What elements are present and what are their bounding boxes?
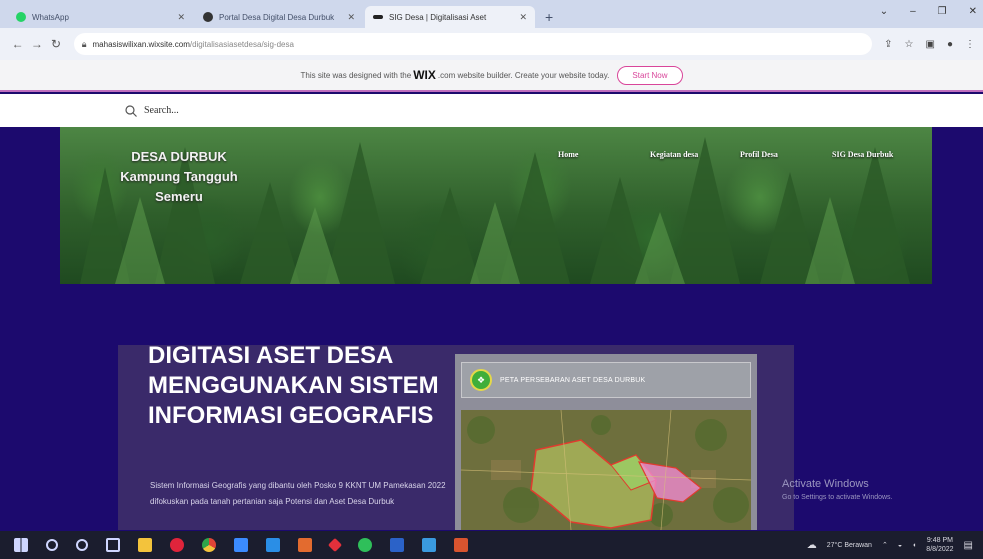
url-host: mahasiswilixan.wixsite.com [92,39,190,49]
village-map[interactable] [461,410,751,530]
close-window-icon[interactable]: ✕ [969,6,977,17]
start-now-button[interactable]: Start Now [617,65,683,85]
globe-icon [203,12,213,22]
wix-banner-text: This site was designed with the [300,70,412,80]
nav-profil-desa[interactable]: Profil Desa [740,150,778,159]
vscode-icon[interactable] [266,538,280,552]
whatsapp-icon [16,12,26,22]
activate-title: Activate Windows [782,478,869,490]
map-header: ❖ PETA PERSEBARAN ASET DESA DURBUK [461,362,751,398]
clock[interactable]: 9:48 PM 8/8/2022 [926,536,953,554]
ppt-open-icon[interactable] [454,538,468,552]
window-controls: ⌄ – ❐ ✕ [880,6,977,17]
close-icon[interactable]: ✕ [519,12,527,23]
chevron-down-icon[interactable]: ⌄ [880,6,888,17]
wix-favicon-icon [373,15,383,19]
url-path: /digitalisasiasetdesa/sig-desa [189,39,294,49]
network-icon[interactable]: ◒ [898,542,902,549]
close-icon[interactable]: ✕ [177,12,185,23]
powerpoint-icon[interactable] [298,538,312,552]
activate-windows-watermark: Activate Windows Go to Settings to activ… [782,478,982,501]
star-icon[interactable]: ☆ [905,39,914,50]
green-app-icon[interactable] [358,538,372,552]
task-view-icon[interactable] [106,538,120,552]
brand-line-2: Kampung Tangguh [120,169,238,184]
map-title: PETA PERSEBARAN ASET DESA DURBUK [500,376,646,384]
wix-banner: This site was designed with the WIX .com… [0,60,983,92]
brand-line-3: Semeru [155,189,203,204]
word-icon[interactable] [390,538,404,552]
file-explorer-icon[interactable] [138,538,152,552]
tab-label: WhatsApp [32,12,69,22]
tab-sig-desa[interactable]: SIG Desa | Digitalisasi Aset ✕ [365,6,535,28]
nav-sig-desa-durbuk[interactable]: SIG Desa Durbuk [832,150,893,159]
maximize-icon[interactable]: ❐ [938,6,947,17]
opera-icon[interactable] [170,538,184,552]
notification-icon[interactable]: ▤ [964,540,973,551]
nav-kegiatan-desa[interactable]: Kegiatan desa [650,150,698,159]
tab-label: Portal Desa Digital Desa Durbuk [219,12,335,22]
system-tray: ☁ 27°C Berawan ⌃ ◒ ◖ 9:48 PM 8/8/2022 ▤ [807,531,973,559]
cloud-icon: ☁ [806,539,817,551]
extensions-icon[interactable]: ▣ [926,39,935,50]
chrome-icon[interactable] [202,538,216,552]
url-input[interactable]: 🔒︎ mahasiswilixan.wixsite.com /digitalis… [73,33,873,55]
site-nav: Home Kegiatan desa Profil Desa SIG Desa … [0,150,983,168]
clock-date: 8/8/2022 [926,546,954,553]
reload-icon[interactable]: ↻ [46,37,65,51]
menu-icon[interactable]: ⋮ [965,39,975,50]
weather-text[interactable]: 27°C Berawan [827,542,872,549]
search-icon[interactable] [46,539,58,551]
mail-icon[interactable] [234,538,248,552]
cortana-icon[interactable] [76,539,88,551]
windows-taskbar: ☁ 27°C Berawan ⌃ ◒ ◖ 9:48 PM 8/8/2022 ▤ [0,531,983,559]
description-text: Sistem Informasi Geografis yang dibantu … [150,481,446,506]
tray-arrow-icon[interactable]: ⌃ [882,541,888,549]
forward-arrow-icon[interactable]: → [27,37,46,51]
village-logo-icon: ❖ [470,369,492,391]
acrobat-icon[interactable] [327,537,343,553]
back-arrow-icon[interactable]: ← [8,37,27,51]
browser-tabbar: WhatsApp ✕ Portal Desa Digital Desa Durb… [0,0,983,28]
activate-subtitle: Go to Settings to activate Windows. [782,494,893,501]
satellite-map-image [461,410,751,530]
wix-logo[interactable]: WIX [413,68,436,82]
close-icon[interactable]: ✕ [347,12,355,23]
new-tab-button[interactable]: + [537,6,561,28]
page-heading: DIGITASI ASET DESA MENGGUNAKAN SISTEM IN… [148,342,439,429]
volume-icon[interactable]: ◖ [912,542,916,549]
tab-whatsapp[interactable]: WhatsApp ✕ [8,6,193,28]
search-label: Search... [144,105,179,116]
lock-icon: 🔒︎ [81,38,87,49]
clock-time: 9:48 PM [926,537,953,544]
profile-icon[interactable]: ● [947,39,953,50]
site-search[interactable]: Search... [0,94,983,127]
wix-banner-text-2: .com website builder. Create your websit… [437,70,610,80]
windows-start-icon[interactable] [14,538,28,552]
address-bar: ← → ↻ 🔒︎ mahasiswilixan.wixsite.com /dig… [0,28,983,60]
search-icon [125,104,137,117]
share-icon[interactable]: ⇪ [884,39,892,50]
nav-home[interactable]: Home [558,150,578,159]
photos-icon[interactable] [422,538,436,552]
tab-label: SIG Desa | Digitalisasi Aset [389,12,487,22]
minimize-icon[interactable]: – [910,6,916,17]
tab-portal-desa[interactable]: Portal Desa Digital Desa Durbuk ✕ [195,6,363,28]
